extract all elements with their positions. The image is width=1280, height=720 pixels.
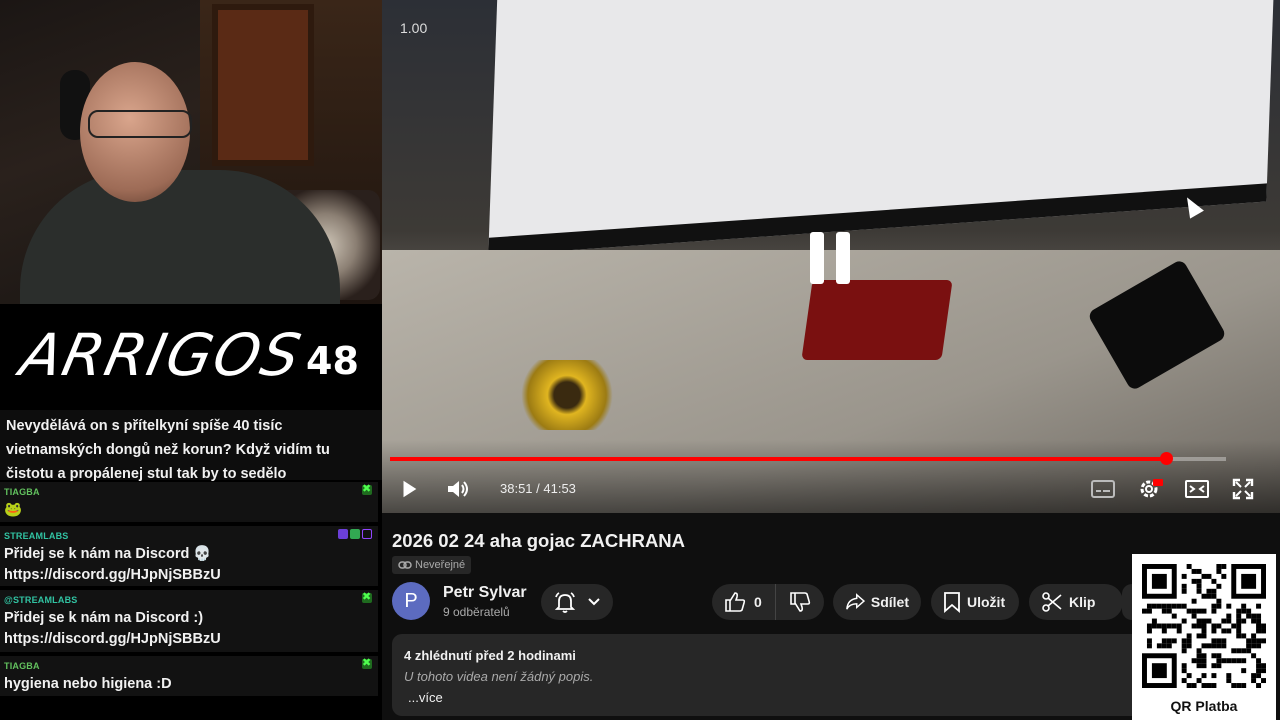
bookmark-icon bbox=[944, 592, 960, 613]
mod-badge-icon bbox=[362, 656, 372, 669]
show-more-link[interactable]: ...více bbox=[408, 690, 1140, 705]
thumbs-down-icon bbox=[790, 592, 811, 612]
subtitles-button[interactable] bbox=[1090, 478, 1116, 500]
prime-badge-icon bbox=[338, 529, 348, 539]
brand-logo: ARRIGOS bbox=[14, 321, 309, 389]
theater-mode-button[interactable] bbox=[1184, 478, 1210, 500]
bell-icon bbox=[554, 592, 576, 613]
play-button[interactable] bbox=[396, 476, 422, 502]
fullscreen-button[interactable] bbox=[1230, 477, 1256, 501]
mod-badge-icon bbox=[362, 482, 372, 495]
like-button[interactable]: 0 bbox=[712, 584, 776, 620]
video-frame-mousepad bbox=[801, 280, 953, 360]
chat-message: TIAGBA 🐸 bbox=[0, 482, 378, 522]
pause-icon[interactable] bbox=[810, 232, 852, 284]
qr-code-icon bbox=[1142, 564, 1266, 688]
volume-button[interactable] bbox=[444, 476, 472, 502]
stream-overlay: ARRIGOS 48 Nevydělává on s přítelkyní sp… bbox=[0, 0, 382, 720]
volume-icon bbox=[448, 481, 468, 497]
save-label: Uložit bbox=[967, 594, 1006, 610]
progress-fill bbox=[390, 457, 1166, 461]
viewer-counter: 48 bbox=[306, 339, 359, 383]
mod-badge-icon bbox=[362, 590, 372, 603]
description-text: U tohoto videa není žádný popis. bbox=[404, 669, 594, 684]
video-player[interactable]: 1.00 38:51 / 41:53 bbox=[382, 0, 1280, 513]
like-count: 0 bbox=[754, 594, 762, 610]
chat-text: 🐸 bbox=[4, 502, 23, 518]
share-label: Sdílet bbox=[870, 594, 909, 610]
playback-speed: 1.00 bbox=[400, 20, 428, 36]
chat-username: TIAGBA bbox=[4, 661, 40, 671]
thumbs-up-icon bbox=[725, 592, 746, 612]
chevron-down-icon bbox=[588, 598, 600, 606]
share-icon bbox=[846, 593, 865, 610]
qr-payment-overlay: QR Platba bbox=[1132, 554, 1276, 720]
chat-username: TIAGBA bbox=[4, 487, 40, 497]
visibility-badge: Neveřejné bbox=[392, 556, 472, 574]
view-count-and-date: 4 zhlédnutí před 2 hodinami bbox=[404, 648, 576, 663]
webcam-feed bbox=[0, 0, 382, 304]
gear-icon bbox=[1140, 479, 1163, 498]
play-icon bbox=[403, 480, 417, 498]
twitch-badge-icon bbox=[362, 529, 372, 539]
chat-text: Přidej se k nám na Discord :) https://di… bbox=[4, 610, 221, 647]
chat-username: @STREAMLABS bbox=[4, 595, 78, 605]
progress-bar[interactable] bbox=[390, 452, 1226, 465]
link-icon bbox=[398, 561, 412, 569]
subscriber-count: 9 odběratelů bbox=[443, 605, 510, 619]
verified-badge-icon bbox=[350, 529, 360, 539]
dislike-button[interactable] bbox=[776, 591, 824, 613]
share-button[interactable]: Sdílet bbox=[833, 584, 921, 620]
visibility-label: Neveřejné bbox=[415, 559, 466, 571]
scissors-icon bbox=[1042, 592, 1062, 612]
clip-button[interactable]: Klip bbox=[1029, 584, 1123, 620]
clip-label: Klip bbox=[1069, 594, 1096, 610]
video-frame-sunflower bbox=[512, 360, 622, 430]
chat-text: hygiena nebo higiena :D bbox=[4, 676, 172, 692]
theater-icon bbox=[1185, 480, 1209, 498]
fullscreen-icon bbox=[1232, 478, 1254, 500]
channel-avatar[interactable]: P bbox=[392, 582, 430, 620]
chat-message: TIAGBA hygiena nebo higiena :D bbox=[0, 656, 378, 696]
channel-name[interactable]: Petr Sylvar bbox=[443, 584, 527, 602]
subtitles-icon bbox=[1091, 480, 1115, 498]
progress-scrubber[interactable] bbox=[1159, 452, 1173, 465]
chat-message: STREAMLABS Přidej se k nám na Discord 💀 … bbox=[0, 526, 378, 586]
chat-message: @STREAMLABS Přidej se k nám na Discord :… bbox=[0, 590, 378, 652]
like-dislike-group: 0 bbox=[712, 584, 824, 620]
description-box[interactable]: 4 zhlédnutí před 2 hodinami U tohoto vid… bbox=[392, 634, 1152, 716]
notifications-button[interactable] bbox=[541, 584, 613, 620]
chat-username: STREAMLABS bbox=[4, 531, 69, 541]
highlighted-chat-message: Nevydělává on s přítelkyní spíše 40 tisí… bbox=[0, 410, 382, 482]
video-frame-monitor bbox=[488, 0, 1276, 256]
brand-bar: ARRIGOS 48 bbox=[0, 304, 382, 408]
time-display: 38:51 / 41:53 bbox=[500, 481, 576, 496]
settings-button[interactable] bbox=[1136, 476, 1164, 502]
qr-label: QR Platba bbox=[1170, 698, 1238, 714]
video-title: 2026 02 24 aha gojac ZACHRANA bbox=[392, 530, 686, 551]
save-button[interactable]: Uložit bbox=[931, 584, 1019, 620]
chat-text: Přidej se k nám na Discord 💀 https://dis… bbox=[4, 546, 221, 583]
